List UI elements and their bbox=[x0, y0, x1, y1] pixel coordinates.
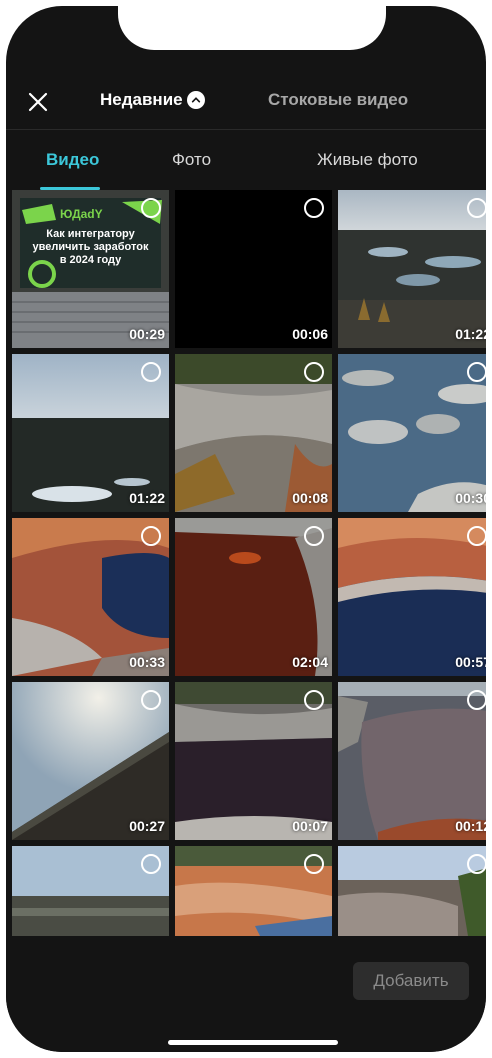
tab-photo[interactable]: Фото bbox=[172, 150, 211, 170]
select-circle[interactable] bbox=[467, 362, 486, 382]
select-circle[interactable] bbox=[304, 526, 324, 546]
select-circle[interactable] bbox=[467, 198, 486, 218]
stock-videos-tab[interactable]: Стоковые видео bbox=[268, 90, 408, 110]
add-button[interactable]: Добавить bbox=[353, 962, 469, 1000]
video-thumbnail[interactable]: 00:12 bbox=[338, 682, 486, 840]
video-thumbnail[interactable]: 02:04 bbox=[175, 518, 332, 676]
video-thumbnail[interactable]: 00:57 bbox=[338, 518, 486, 676]
header: Недавние Стоковые видео bbox=[6, 72, 486, 132]
video-thumbnail[interactable]: 00:07 bbox=[175, 682, 332, 840]
duration-label: 00:30 bbox=[455, 490, 486, 506]
chevron-up-icon bbox=[186, 91, 205, 109]
duration-label: 00:07 bbox=[292, 818, 328, 834]
svg-text:ЮДаdY: ЮДаdY bbox=[60, 207, 103, 221]
select-circle[interactable] bbox=[141, 362, 161, 382]
duration-label: 00:57 bbox=[455, 654, 486, 670]
video-thumbnail[interactable] bbox=[338, 846, 486, 936]
duration-label: 00:06 bbox=[292, 326, 328, 342]
video-thumbnail[interactable]: 00:06 bbox=[175, 190, 332, 348]
select-circle[interactable] bbox=[141, 854, 161, 874]
close-icon bbox=[28, 92, 48, 112]
thumb-text-line: увеличить заработок bbox=[32, 241, 149, 253]
video-thumbnail[interactable]: ЮДаdY Как интегратору увеличить заработо… bbox=[12, 190, 169, 348]
thumbnail-image bbox=[338, 190, 486, 348]
video-thumbnail[interactable]: 00:27 bbox=[12, 682, 169, 840]
select-circle[interactable] bbox=[467, 690, 486, 710]
select-circle[interactable] bbox=[141, 526, 161, 546]
thumbnail-image bbox=[338, 518, 486, 676]
thumbnail-image bbox=[338, 354, 486, 512]
thumbnail-image bbox=[338, 846, 486, 936]
duration-label: 00:12 bbox=[455, 818, 486, 834]
video-thumbnail[interactable]: 00:30 bbox=[338, 354, 486, 512]
thumbnail-image bbox=[338, 682, 486, 840]
bottom-bar: Добавить bbox=[6, 936, 486, 1052]
select-circle[interactable] bbox=[304, 854, 324, 874]
duration-label: 00:29 bbox=[129, 326, 165, 342]
duration-label: 00:08 bbox=[292, 490, 328, 506]
thumb-text-line: в 2024 году bbox=[59, 254, 122, 266]
media-grid: ЮДаdY Как интегратору увеличить заработо… bbox=[12, 190, 486, 936]
duration-label: 01:22 bbox=[455, 326, 486, 342]
select-circle[interactable] bbox=[304, 690, 324, 710]
video-thumbnail[interactable]: 00:33 bbox=[12, 518, 169, 676]
video-thumbnail[interactable]: 00:08 bbox=[175, 354, 332, 512]
select-circle[interactable] bbox=[304, 198, 324, 218]
tab-video[interactable]: Видео bbox=[46, 150, 99, 170]
duration-label: 00:33 bbox=[129, 654, 165, 670]
video-thumbnail[interactable] bbox=[175, 846, 332, 936]
home-indicator[interactable] bbox=[168, 1040, 338, 1045]
video-thumbnail[interactable] bbox=[12, 846, 169, 936]
recent-label: Недавние bbox=[100, 90, 183, 109]
duration-label: 01:22 bbox=[129, 490, 165, 506]
video-thumbnail[interactable]: 01:22 bbox=[338, 190, 486, 348]
media-tabs: Видео Фото Живые фото bbox=[6, 130, 486, 190]
select-circle[interactable] bbox=[141, 690, 161, 710]
select-circle[interactable] bbox=[467, 854, 486, 874]
tab-live-photo[interactable]: Живые фото bbox=[317, 150, 418, 170]
recent-dropdown[interactable]: Недавние bbox=[100, 90, 205, 110]
duration-label: 02:04 bbox=[292, 654, 328, 670]
select-circle[interactable] bbox=[141, 198, 161, 218]
thumb-text-line: Как интегратору bbox=[46, 228, 135, 240]
select-circle[interactable] bbox=[304, 362, 324, 382]
notch bbox=[118, 6, 386, 50]
select-circle[interactable] bbox=[467, 526, 486, 546]
phone-frame: Недавние Стоковые видео Видео Фото Живые… bbox=[6, 6, 486, 1052]
duration-label: 00:27 bbox=[129, 818, 165, 834]
video-thumbnail[interactable]: 01:22 bbox=[12, 354, 169, 512]
close-button[interactable] bbox=[26, 90, 50, 114]
